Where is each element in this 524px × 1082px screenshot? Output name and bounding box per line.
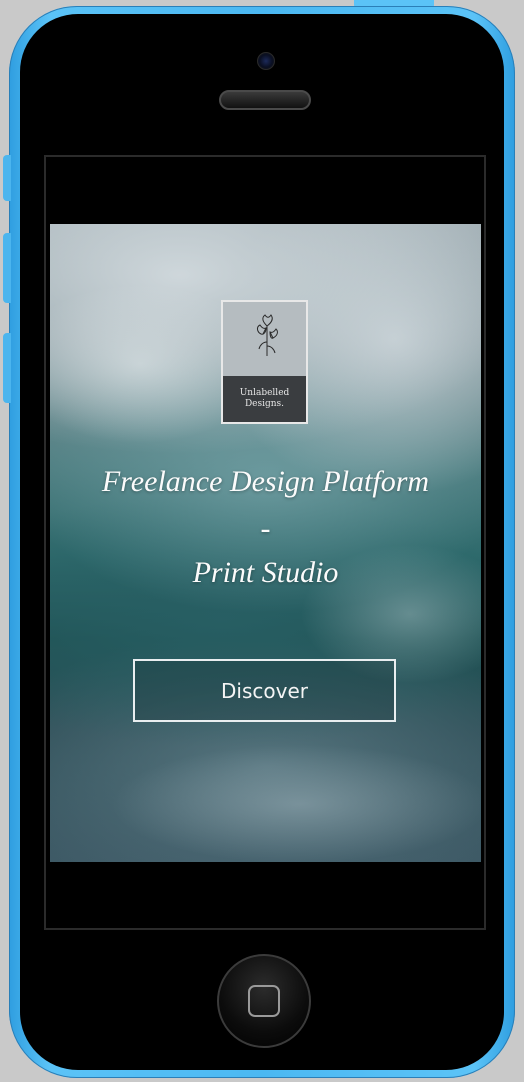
discover-button[interactable]: Discover xyxy=(133,659,396,722)
hero-headline-separator: - xyxy=(260,512,271,545)
home-square-icon xyxy=(248,985,280,1017)
flower-icon xyxy=(257,314,278,356)
volume-up-button xyxy=(3,233,11,303)
brand-logo[interactable]: Unlabelled Designs. xyxy=(221,300,308,424)
mute-switch xyxy=(3,155,11,201)
wave-foam xyxy=(110,744,481,862)
logo-line1: Unlabelled xyxy=(239,388,290,399)
logo-top-panel xyxy=(223,302,306,377)
volume-down-button xyxy=(3,333,11,403)
front-camera-icon xyxy=(257,52,275,70)
hero-headline-line1: Freelance Design Platform xyxy=(101,465,430,498)
home-button[interactable] xyxy=(217,954,311,1048)
hero-headline-line2: Print Studio xyxy=(192,556,339,589)
earpiece-speaker xyxy=(219,90,311,110)
logo-bottom-panel: Unlabelled Designs. xyxy=(223,376,306,422)
logo-line2: Designs. xyxy=(244,399,285,410)
